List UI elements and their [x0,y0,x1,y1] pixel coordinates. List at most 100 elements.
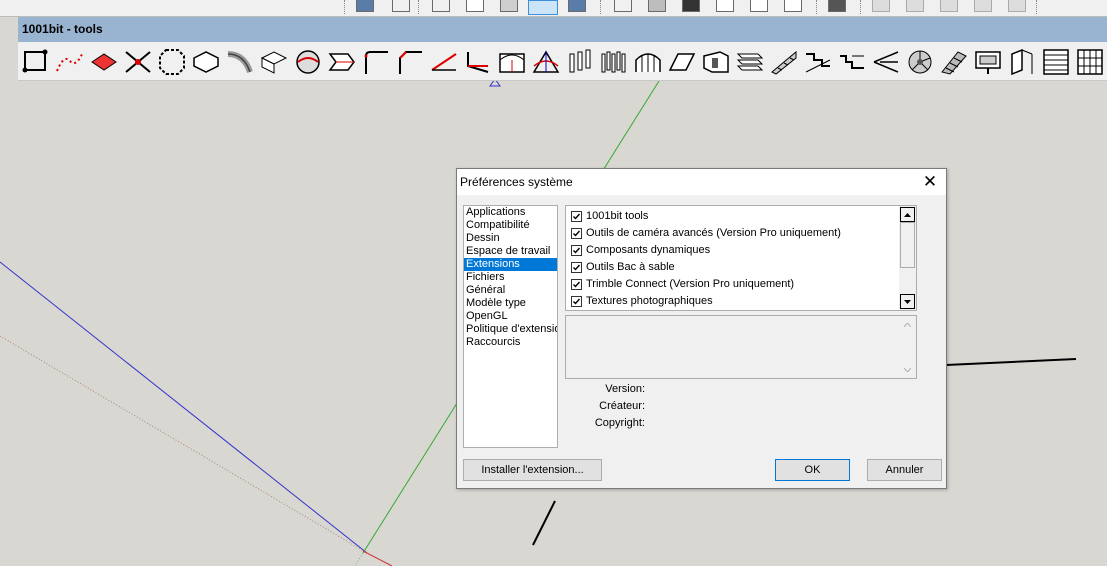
extension-label: Composants dynamiques [586,244,711,256]
stacked-slabs-button[interactable] [734,46,766,78]
red-face-button[interactable] [88,46,120,78]
category-item[interactable]: Fichiers [464,271,557,284]
category-list[interactable]: Applications Compatibilité Dessin Espace de… [463,205,558,448]
scroll-thumb[interactable] [900,222,915,268]
extension-label: 1001bit tools [586,210,649,222]
offset-shape-button[interactable] [190,46,222,78]
wireframe-icon[interactable] [432,0,450,12]
stair-flight-button[interactable] [836,46,868,78]
arrow-box-button[interactable] [326,46,358,78]
close-button[interactable]: ✕ [920,172,940,192]
chamfer-corner-button[interactable] [394,46,426,78]
octagon-button[interactable] [156,46,188,78]
toolbar-button-strip [18,42,1107,81]
category-item[interactable]: Dessin [464,232,557,245]
column-row-button[interactable] [598,46,630,78]
toolbar-title[interactable]: 1001bit - tools [18,17,1107,42]
door-frame-button[interactable] [1006,46,1038,78]
monochrome-icon[interactable] [568,0,586,12]
front-view-icon[interactable] [682,0,700,12]
category-item[interactable]: Espace de travail [464,245,557,258]
toolbar-separator [816,0,817,14]
category-item[interactable]: Raccourcis [464,336,557,349]
toolbar-separator [600,0,601,14]
category-item[interactable]: Compatibilité [464,219,557,232]
extension-item[interactable]: Composants dynamiques [571,242,710,259]
extension-checkbox[interactable] [571,296,582,307]
sphere-cut-button[interactable] [292,46,324,78]
extension-list[interactable]: 1001bit tools Outils de caméra avancés (V… [565,205,917,311]
extension-checkbox[interactable] [571,228,582,239]
outline-shape-icon[interactable] [392,0,410,12]
checkmark-icon [573,264,581,271]
toolbar-separator [1036,0,1037,14]
dialog-titlebar[interactable]: Préférences système ✕ [457,169,946,195]
louver-icon [1043,49,1069,75]
shaded-textures-icon[interactable] [528,0,558,15]
hidden-line-icon[interactable] [466,0,484,12]
left-view-icon[interactable] [784,0,802,12]
section-plane-icon[interactable] [828,0,846,12]
extension-item[interactable]: Trimble Connect (Version Pro uniquement) [571,276,794,293]
cancel-button[interactable]: Annuler [867,459,942,481]
extension-checkbox[interactable] [571,211,582,222]
bent-pipe-button[interactable] [224,46,256,78]
category-item[interactable]: OpenGL [464,310,557,323]
line-intersect-button[interactable] [122,46,154,78]
wall-opening-button[interactable] [700,46,732,78]
stair-landing-icon [873,51,899,73]
bent-pipe-icon [227,51,253,74]
solid-shape-icon[interactable] [356,0,374,12]
roof-pitch-button[interactable] [530,46,562,78]
polyline-points-button[interactable] [20,46,52,78]
stair-steps-button[interactable] [802,46,834,78]
arrow-up-icon [904,212,911,217]
columns-button[interactable] [564,46,596,78]
category-item[interactable]: Général [464,284,557,297]
stair-landing-button[interactable] [870,46,902,78]
extension-list-scrollbar[interactable] [899,206,916,310]
arrow-up-icon [904,323,911,327]
category-item[interactable]: Extensions [464,258,557,271]
extension-checkbox[interactable] [571,279,582,290]
arched-frame-icon [635,53,661,72]
arched-frame-button[interactable] [632,46,664,78]
category-item[interactable]: Applications [464,206,557,219]
plane-fold-icon [668,53,696,71]
columns-icon [569,49,591,73]
red-line-button[interactable] [428,46,460,78]
dotted-curve-button[interactable] [54,46,86,78]
scroll-down-button[interactable] [900,294,915,309]
scroll-up-button[interactable] [900,207,915,222]
description-box[interactable] [565,315,917,379]
extension-item[interactable]: Outils Bac à sable [571,259,675,276]
spiral-stair-button[interactable] [904,46,936,78]
window-frame-button[interactable] [496,46,528,78]
extension-item[interactable]: Outils de caméra avancés (Version Pro un… [571,225,841,242]
extension-item[interactable]: 1001bit tools [571,208,648,225]
ok-button[interactable]: OK [775,459,850,481]
install-extension-button[interactable]: Installer l'extension... [463,459,602,481]
extension-checkbox[interactable] [571,262,582,273]
box-top-button[interactable] [258,46,290,78]
stair-ramp-button[interactable] [768,46,800,78]
louver-button[interactable] [1040,46,1072,78]
category-item[interactable]: Modèle type [464,297,557,310]
category-item[interactable]: Politique d'extensio [464,323,557,336]
top-view-icon[interactable] [648,0,666,12]
black-edge [532,500,556,546]
extension-item[interactable]: Textures photographiques [571,293,713,310]
stair-cut-button[interactable] [938,46,970,78]
grid-panel-button[interactable] [1074,46,1106,78]
extension-checkbox[interactable] [571,245,582,256]
iso-view-icon[interactable] [614,0,632,12]
plane-fold-button[interactable] [666,46,698,78]
red-axis-dotted [0,335,368,554]
shaded-icon[interactable] [500,0,518,12]
monitor-window-button[interactable] [972,46,1004,78]
right-view-icon[interactable] [716,0,734,12]
angle-corner-button[interactable] [462,46,494,78]
roof-pitch-icon [532,50,560,73]
fillet-corner-button[interactable] [360,46,392,78]
back-view-icon[interactable] [750,0,768,12]
